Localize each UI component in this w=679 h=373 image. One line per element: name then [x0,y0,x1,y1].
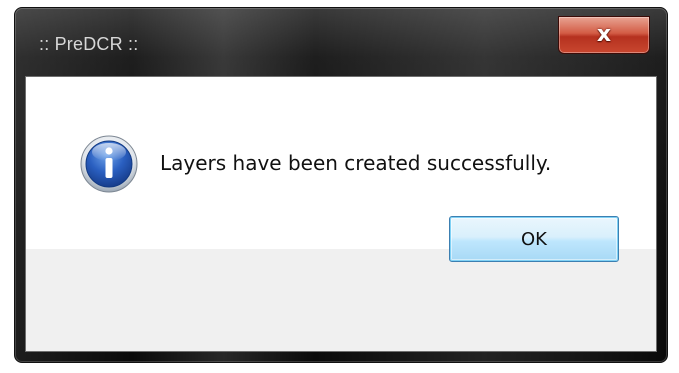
info-icon [80,135,138,193]
window-title: :: PreDCR :: [39,34,139,54]
dialog-client-area: Layers have been created successfully. [25,76,657,352]
screen: :: PreDCR :: x Layers have been created … [0,0,679,373]
ok-button[interactable]: OK [449,216,619,262]
close-icon: x [596,22,612,47]
close-button[interactable]: x [558,16,650,54]
dialog-window: :: PreDCR :: x Layers have been created … [14,7,668,363]
button-bar [26,249,656,351]
dialog-message: Layers have been created successfully. [160,151,552,175]
